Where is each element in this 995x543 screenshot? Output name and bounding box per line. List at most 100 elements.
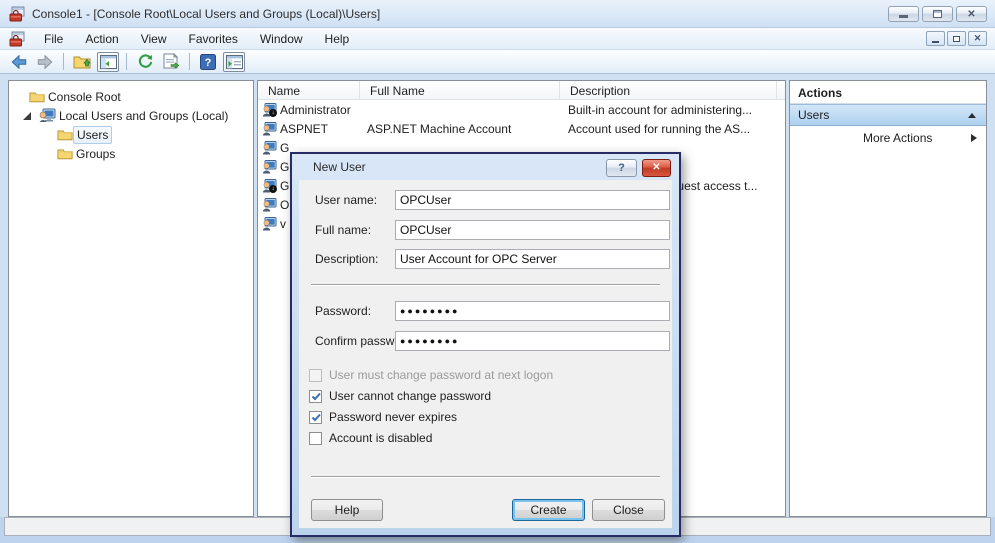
forward-icon [36, 53, 54, 71]
window-titlebar: Console1 - [Console Root\Local Users and… [0, 0, 995, 28]
password-label: Password: [315, 304, 371, 318]
up-level-button[interactable] [71, 52, 93, 72]
tree-item-groups[interactable]: Groups [9, 144, 253, 163]
tree-item-label[interactable]: Console Root [45, 89, 124, 105]
actions-pane: Actions Users More Actions [789, 80, 987, 517]
checkbox-icon[interactable] [309, 432, 322, 445]
more-actions-label: More Actions [863, 131, 932, 145]
checkbox-label: Account is disabled [329, 431, 432, 445]
user-name: v [280, 217, 286, 231]
checkbox-label: Password never expires [329, 410, 457, 424]
close-button[interactable]: ✕ [956, 6, 987, 22]
menu-file[interactable]: File [33, 29, 74, 49]
account-disabled-badge-icon: ↓ [269, 109, 277, 117]
minimize-button[interactable] [888, 6, 919, 22]
menu-view[interactable]: View [130, 29, 178, 49]
submenu-arrow-icon [971, 134, 977, 142]
svg-text:?: ? [205, 57, 212, 69]
dialog-close-button[interactable]: ✕ [642, 159, 671, 177]
confirm-password-field[interactable] [395, 331, 670, 351]
mdi-close-button[interactable]: ✕ [968, 31, 987, 46]
more-actions-item[interactable]: More Actions [790, 126, 986, 150]
mdi-restore-button[interactable] [947, 31, 966, 46]
list-header: Name Full Name Description [258, 81, 785, 100]
mdi-close-icon: ✕ [974, 33, 982, 44]
description-field[interactable] [395, 249, 670, 269]
dialog-content: User name: Full name: Description: Passw… [299, 180, 672, 528]
folder-icon [57, 147, 73, 160]
menu-help[interactable]: Help [314, 29, 361, 49]
checkbox-icon[interactable] [309, 411, 322, 424]
column-header-description[interactable]: Description [560, 81, 777, 99]
forward-button[interactable] [34, 52, 56, 72]
tree-item-console-root[interactable]: Console Root [9, 87, 253, 106]
tree-item-label-selected[interactable]: Users [73, 126, 112, 144]
user-icon [262, 216, 277, 231]
show-action-pane-button[interactable] [223, 52, 245, 72]
checkbox-cannot-change-password[interactable]: User cannot change password [309, 389, 491, 403]
create-button[interactable]: Create [512, 499, 585, 521]
user-icon [262, 140, 277, 155]
user-icon [262, 159, 277, 174]
checkbox-icon[interactable] [309, 369, 322, 382]
user-name: Administrator [280, 103, 351, 117]
checkbox-account-disabled[interactable]: Account is disabled [309, 431, 432, 445]
user-description: Account used for running the AS... [568, 122, 750, 136]
full-name-field[interactable] [395, 220, 670, 240]
menu-favorites[interactable]: Favorites [178, 29, 249, 49]
window-title: Console1 - [Console Root\Local Users and… [32, 7, 380, 21]
dialog-help-button[interactable]: ? [606, 159, 637, 177]
back-button[interactable] [8, 52, 30, 72]
dialog-title: New User [313, 160, 366, 174]
column-header-full-name[interactable]: Full Name [360, 81, 560, 99]
mdi-minimize-button[interactable] [926, 31, 945, 46]
mdi-restore-icon [953, 36, 960, 42]
menu-window[interactable]: Window [249, 29, 314, 49]
mdi-minimize-icon [932, 41, 939, 43]
toolbar-separator [126, 53, 127, 70]
checkbox-password-never-expires[interactable]: Password never expires [309, 410, 457, 424]
table-row[interactable]: ↓ Administrator Built-in account for adm… [258, 100, 785, 119]
collapse-icon[interactable] [968, 113, 976, 118]
user-name: ASPNET [280, 122, 328, 136]
refresh-icon [137, 53, 154, 70]
minimize-icon [899, 15, 908, 18]
tree-item-label[interactable]: Local Users and Groups (Local) [56, 108, 231, 124]
show-console-tree-button[interactable] [97, 52, 119, 72]
user-name: G [280, 179, 289, 193]
restore-button[interactable] [922, 6, 953, 22]
menu-bar: File Action View Favorites Window Help ✕ [0, 28, 995, 50]
question-icon: ? [618, 162, 625, 174]
actions-pane-title: Actions [790, 81, 986, 104]
tree-expander-icon[interactable] [23, 112, 31, 120]
close-button[interactable]: Close [592, 499, 665, 521]
password-field[interactable] [395, 301, 670, 321]
close-icon: ✕ [652, 162, 660, 173]
new-user-dialog: New User ? ✕ User name: Full name: Descr… [290, 152, 681, 537]
column-header-name[interactable]: Name [258, 81, 360, 99]
console-tree-pane: Console Root Local Users and Groups (Loc… [8, 80, 254, 517]
help-button[interactable]: ? [197, 52, 219, 72]
user-name-field[interactable] [395, 190, 670, 210]
table-row[interactable]: ASPNET ASP.NET Machine Account Account u… [258, 119, 785, 138]
checkbox-must-change-password[interactable]: User must change password at next logon [309, 368, 553, 382]
computer-users-icon [39, 108, 56, 123]
folder-icon [57, 128, 73, 141]
export-list-button[interactable] [160, 52, 182, 72]
toolbar: ? [0, 50, 995, 74]
checkbox-icon[interactable] [309, 390, 322, 403]
account-disabled-badge-icon: ↓ [269, 185, 277, 193]
checkbox-label: User must change password at next logon [329, 368, 553, 382]
tree-item-local-users-groups[interactable]: Local Users and Groups (Local) [9, 106, 253, 125]
user-icon [262, 197, 277, 212]
menu-action[interactable]: Action [74, 29, 129, 49]
tree-item-users[interactable]: Users [9, 125, 253, 144]
user-full-name: ASP.NET Machine Account [367, 122, 511, 136]
separator [311, 476, 660, 478]
help-button[interactable]: Help [311, 499, 383, 521]
user-description: Built-in account for administering... [568, 103, 752, 117]
toolbar-separator [189, 53, 190, 70]
actions-group-users[interactable]: Users [790, 104, 986, 126]
refresh-button[interactable] [134, 52, 156, 72]
tree-item-label[interactable]: Groups [73, 146, 118, 162]
